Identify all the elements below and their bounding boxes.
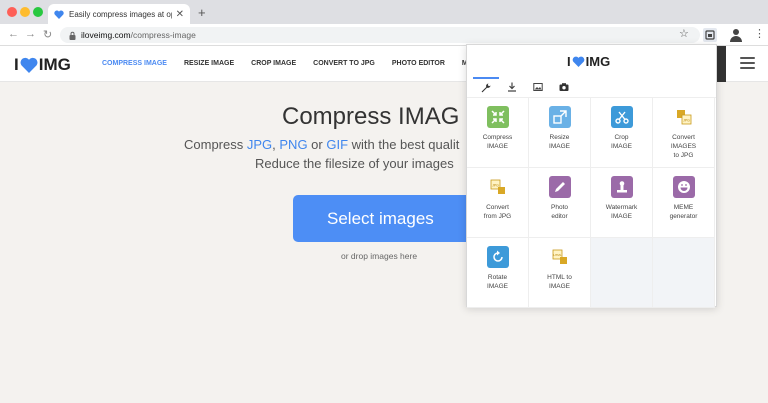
- image-icon: [533, 83, 543, 91]
- page-description: Reduce the filesize of your images: [255, 156, 454, 171]
- popup-logo: I IMG: [567, 54, 611, 69]
- window-zoom-button[interactable]: [33, 7, 43, 17]
- tab-downloads[interactable]: [499, 77, 525, 97]
- empty-grid-cell: [653, 238, 715, 308]
- tool-label: Resize IMAGE: [549, 134, 570, 150]
- browser-tab[interactable]: Easily compress images at optim ✕: [48, 4, 190, 24]
- nav-photo-editor[interactable]: PHOTO EDITOR: [392, 60, 445, 67]
- rotate-icon: [486, 246, 509, 268]
- nav-convert-to-jpg[interactable]: CONVERT TO JPG: [313, 60, 375, 67]
- meme-icon: [672, 176, 695, 198]
- tab-title: Easily compress images at optim: [69, 9, 172, 19]
- wrench-icon: [481, 83, 491, 93]
- tool-label: Crop IMAGE: [611, 134, 632, 150]
- tool-label: Watermark IMAGE: [605, 204, 638, 220]
- camera-icon: [559, 83, 569, 91]
- extension-popup: I IMG Compress IMAGE Resize IMAGE Crop IMAGE J…: [466, 44, 717, 308]
- empty-grid-cell: [591, 238, 653, 308]
- header-dark-segment: [717, 46, 726, 82]
- format-gif: GIF: [326, 137, 349, 152]
- tools-grid: Compress IMAGE Resize IMAGE Crop IMAGE JPG Conv…: [467, 97, 716, 308]
- tool-label: Convert from JPG: [483, 204, 512, 220]
- page-title: Compress IMAG: [282, 103, 460, 130]
- tool-compress[interactable]: Compress IMAGE: [467, 98, 529, 168]
- window-close-button[interactable]: [7, 7, 17, 17]
- window-minimize-button[interactable]: [20, 7, 30, 17]
- tool-resize[interactable]: Resize IMAGE: [529, 98, 591, 168]
- page-subtitle: Compress JPG, PNG or GIF with the best q…: [184, 137, 460, 152]
- heart-icon: [572, 56, 584, 67]
- drop-hint: or drop images here: [341, 251, 418, 261]
- nav-resize-image[interactable]: RESIZE IMAGE: [184, 60, 234, 67]
- tool-crop[interactable]: Crop IMAGE: [591, 98, 653, 168]
- resize-icon: [548, 106, 571, 128]
- tool-watermark[interactable]: Watermark IMAGE: [591, 168, 653, 238]
- watermark-icon: [610, 176, 633, 198]
- tab-screenshot[interactable]: [551, 77, 577, 97]
- browser-menu-icon[interactable]: ⋮: [754, 27, 765, 40]
- nav-crop-image[interactable]: CROP IMAGE: [251, 60, 296, 67]
- crop-icon: [610, 106, 633, 128]
- reload-icon[interactable]: ↻: [43, 28, 52, 41]
- url-field[interactable]: iloveimg.com/compress-image: [60, 27, 700, 43]
- browser-tab-bar: Easily compress images at optim ✕ +: [0, 0, 768, 24]
- tab-close-icon[interactable]: ✕: [176, 9, 184, 20]
- select-images-button[interactable]: Select images: [293, 195, 478, 242]
- tool-label: HTML to IMAGE: [547, 274, 572, 290]
- tool-photo-editor[interactable]: Photo editor: [529, 168, 591, 238]
- tool-rotate[interactable]: Rotate IMAGE: [467, 238, 529, 308]
- convert-to-jpg-icon: JPG: [673, 106, 695, 128]
- site-logo[interactable]: I IMG: [14, 55, 71, 75]
- tool-label: Convert IMAGES to JPG: [670, 134, 697, 159]
- url-host: iloveimg.com: [81, 30, 131, 40]
- tab-images[interactable]: [525, 77, 551, 97]
- tool-html-to-image[interactable]: HTML HTML to IMAGE: [529, 238, 591, 308]
- svg-text:JPG: JPG: [492, 184, 499, 188]
- format-jpg: JPG: [246, 137, 273, 152]
- svg-text:HTML: HTML: [553, 253, 561, 257]
- bookmark-star-icon[interactable]: ☆: [679, 27, 689, 40]
- tool-label: Compress IMAGE: [482, 134, 513, 150]
- tool-meme[interactable]: MEME generator: [653, 168, 715, 238]
- photo-editor-icon: [548, 176, 571, 198]
- svg-text:JPG: JPG: [683, 119, 690, 123]
- compress-icon: [486, 106, 509, 128]
- tool-convert-to-jpg[interactable]: JPG Convert IMAGES to JPG: [653, 98, 715, 168]
- popup-tabs: [473, 77, 577, 97]
- nav-compress-image[interactable]: COMPRESS IMAGE: [102, 60, 167, 67]
- lock-icon: [69, 31, 76, 40]
- tab-tools[interactable]: [473, 77, 499, 97]
- main-nav: COMPRESS IMAGE RESIZE IMAGE CROP IMAGE C…: [102, 60, 485, 67]
- extension-iloveimg-icon[interactable]: [703, 28, 717, 42]
- format-png: PNG: [279, 137, 308, 152]
- download-icon: [508, 82, 516, 92]
- profile-avatar[interactable]: [730, 28, 742, 42]
- heart-icon: [20, 57, 38, 73]
- tool-convert-from-jpg[interactable]: JPG Convert from JPG: [467, 168, 529, 238]
- tool-label: Photo editor: [551, 204, 568, 220]
- hamburger-menu-icon[interactable]: [740, 57, 755, 69]
- tool-label: MEME generator: [669, 204, 698, 220]
- back-arrow-icon[interactable]: ←: [8, 28, 19, 40]
- address-bar-row: ← → ↻ iloveimg.com/compress-image ☆ ⋮: [0, 24, 768, 46]
- tool-label: Rotate IMAGE: [487, 274, 508, 290]
- convert-from-jpg-icon: JPG: [487, 176, 509, 198]
- url-path: /compress-image: [130, 30, 196, 40]
- html-to-image-icon: HTML: [549, 246, 571, 268]
- forward-arrow-icon[interactable]: →: [25, 28, 36, 40]
- new-tab-button[interactable]: +: [198, 5, 206, 20]
- heart-favicon-icon: [54, 10, 64, 19]
